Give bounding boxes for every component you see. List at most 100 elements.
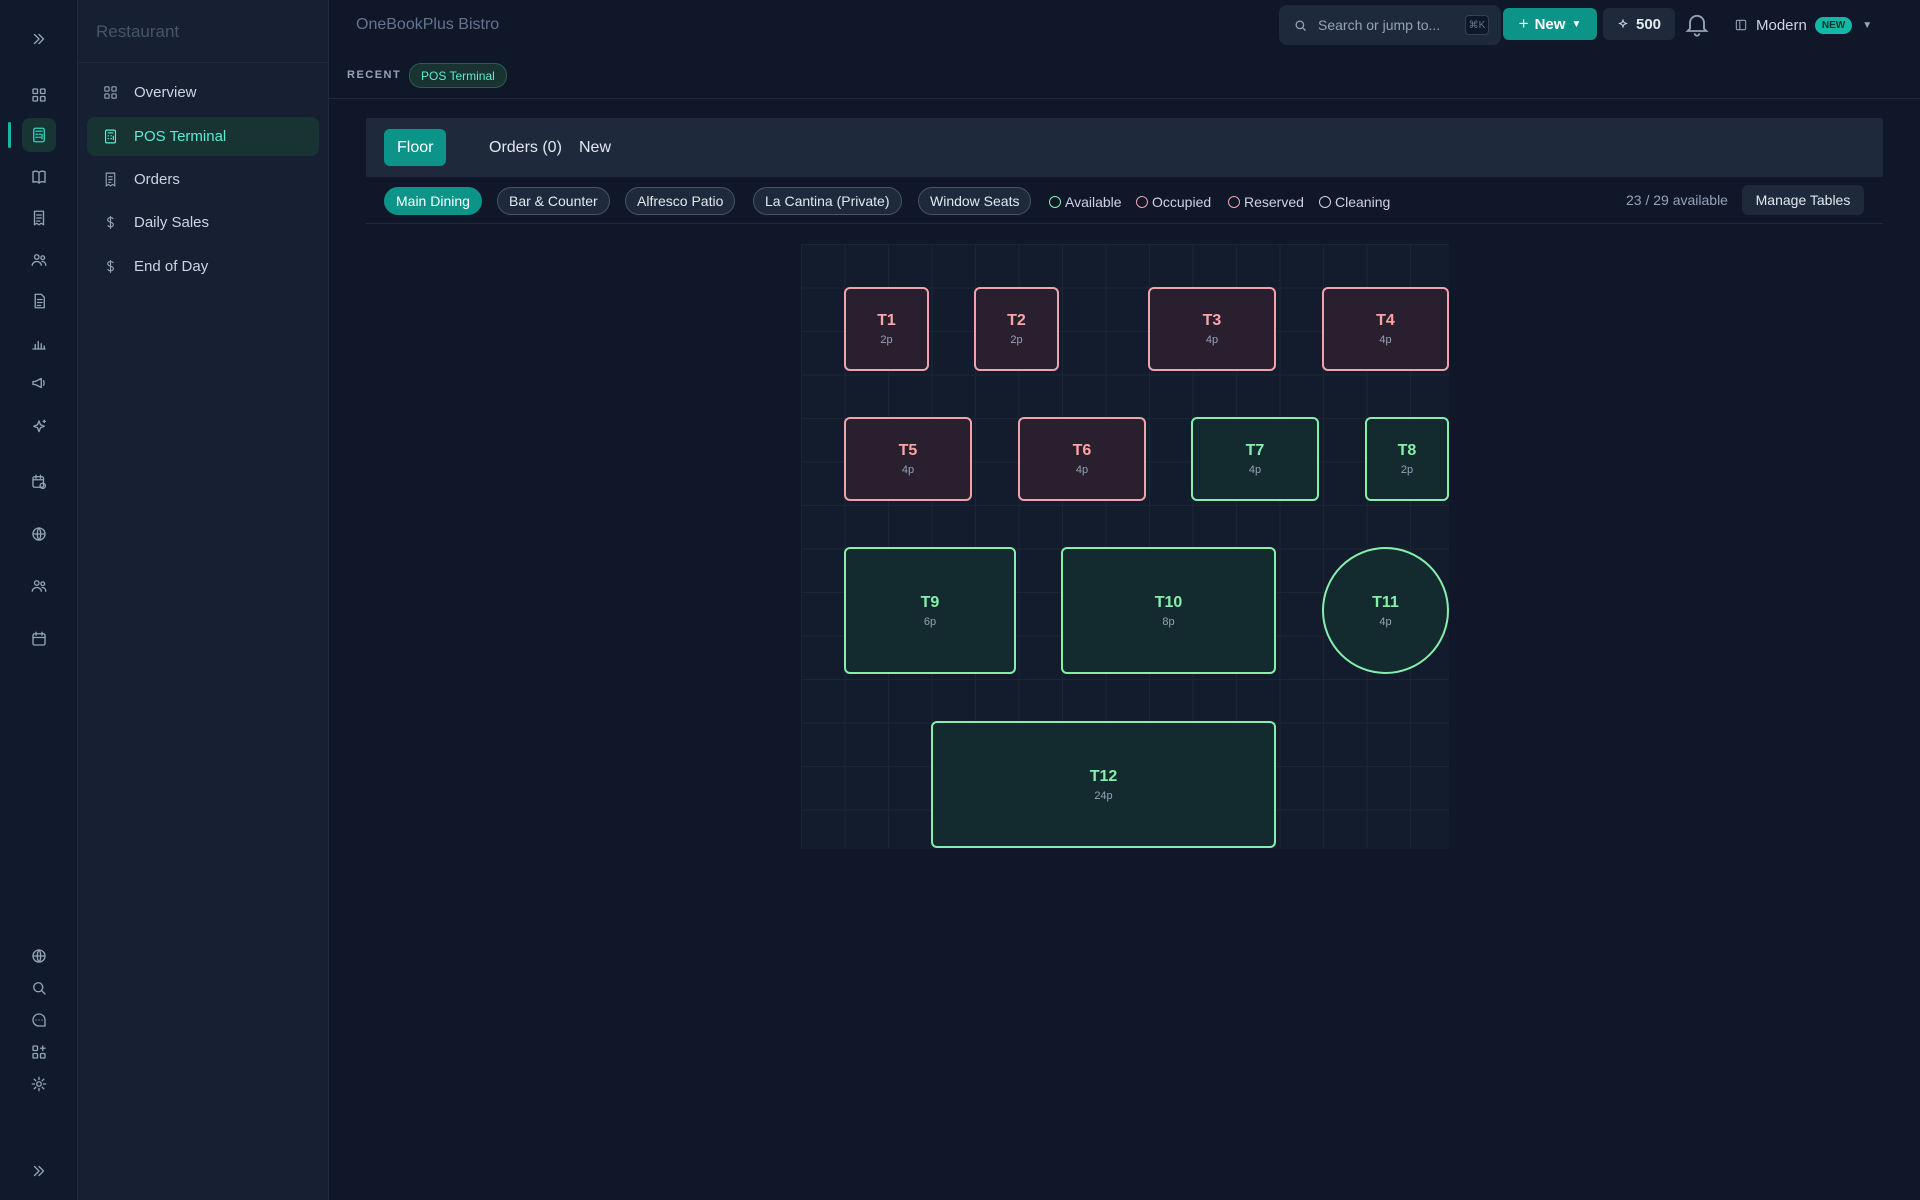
zone-alfresco-patio[interactable]: Alfresco Patio: [625, 187, 736, 215]
status-dot: [1228, 196, 1240, 208]
globe-icon[interactable]: [22, 939, 56, 973]
credits-button[interactable]: 500: [1603, 8, 1675, 40]
table-name: T6: [1072, 442, 1092, 459]
bell-icon[interactable]: [1683, 10, 1713, 40]
new-button-label: New: [1534, 15, 1566, 33]
tab-orders[interactable]: Orders (0): [476, 129, 575, 166]
sidebar-item-label: Overview: [134, 84, 197, 101]
sidebar: Restaurant Overview POS Terminal Orders …: [78, 0, 329, 1200]
document-icon[interactable]: [22, 284, 56, 318]
recent-bar: RECENT POS Terminal: [329, 52, 1920, 99]
recent-label: RECENT: [347, 69, 402, 81]
status-dot: [1319, 196, 1331, 208]
bar-chart-icon[interactable]: [22, 326, 56, 360]
tab-floor[interactable]: Floor: [384, 129, 447, 166]
table-t12[interactable]: T12 24p: [931, 721, 1276, 848]
table-capacity: 4p: [1248, 464, 1262, 476]
calendar-icon[interactable]: [22, 622, 56, 656]
table-capacity: 6p: [923, 615, 937, 628]
gear-icon[interactable]: [22, 1067, 56, 1101]
calculator-icon[interactable]: [22, 118, 56, 152]
new-button[interactable]: + New ▼: [1503, 8, 1597, 40]
floor-plan: T1 2p T2 2p T3 4p T4 4p T5 4p T6 4p T7 4p T8 2p …: [801, 244, 1449, 849]
status-dot: [1136, 196, 1148, 208]
table-t5[interactable]: T5 4p: [844, 417, 972, 501]
receipt-icon: [101, 171, 119, 189]
sidebar-item-label: Orders: [134, 171, 180, 188]
chevron-down-icon: ▼: [1862, 19, 1873, 31]
table-t11[interactable]: T11 4p: [1322, 547, 1449, 674]
table-name: T10: [1154, 593, 1183, 611]
sidebar-item-label: Daily Sales: [134, 214, 210, 231]
plus-icon: +: [1518, 14, 1529, 33]
table-capacity: 4p: [1379, 615, 1392, 628]
table-capacity: 2p: [880, 334, 893, 346]
table-name: T4: [1376, 312, 1395, 329]
sidebar-item-daily-sales[interactable]: Daily Sales: [87, 203, 319, 242]
search-input[interactable]: Search or jump to... ⌘K: [1279, 5, 1501, 45]
table-t6[interactable]: T6 4p: [1018, 417, 1146, 501]
manage-tables-button[interactable]: Manage Tables: [1742, 185, 1864, 215]
megaphone-icon[interactable]: [22, 366, 56, 400]
status-dot: [1049, 196, 1061, 208]
theme-switcher[interactable]: Modern NEW ▼: [1734, 10, 1872, 40]
tab-new[interactable]: New: [566, 129, 624, 166]
sparkles-icon[interactable]: [22, 410, 56, 444]
sidebar-item-pos-terminal[interactable]: POS Terminal: [87, 117, 319, 156]
search-placeholder: Search or jump to...: [1318, 17, 1441, 33]
new-badge: NEW: [1814, 16, 1853, 34]
availability-count: 23 / 29 available: [1626, 192, 1728, 208]
table-t1[interactable]: T1 2p: [844, 287, 929, 371]
table-capacity: 24p: [1094, 789, 1113, 802]
table-t2[interactable]: T2 2p: [974, 287, 1059, 371]
view-tabs: Floor Orders (0) New: [366, 118, 1883, 177]
apps-icon[interactable]: [22, 1035, 56, 1069]
receipt-icon[interactable]: [22, 201, 56, 235]
table-t9[interactable]: T9 6p: [844, 547, 1016, 674]
table-name: T7: [1245, 442, 1265, 459]
legend-label: Reserved: [1244, 194, 1304, 210]
zone-main-dining[interactable]: Main Dining: [384, 187, 482, 215]
grid-icon[interactable]: [22, 78, 56, 112]
sidebar-title: Restaurant: [96, 22, 180, 41]
table-t3[interactable]: T3 4p: [1148, 287, 1276, 371]
table-t4[interactable]: T4 4p: [1322, 287, 1449, 371]
sidebar-item-overview[interactable]: Overview: [87, 73, 319, 112]
table-name: T11: [1372, 593, 1399, 611]
layout-icon: [1735, 19, 1747, 31]
users-icon[interactable]: [22, 243, 56, 277]
legend-label: Cleaning: [1335, 194, 1391, 210]
expand-icon[interactable]: [22, 1154, 56, 1188]
legend-occupied: Occupied: [1136, 194, 1211, 210]
sidebar-item-orders[interactable]: Orders: [87, 160, 319, 199]
credits-count: 500: [1635, 15, 1662, 33]
zone-bar-counter[interactable]: Bar & Counter: [497, 187, 610, 215]
book-icon[interactable]: [22, 160, 56, 194]
expand-icon[interactable]: [22, 22, 56, 56]
table-name: T8: [1397, 442, 1417, 459]
dollar-icon: [101, 258, 119, 276]
sidebar-item-label: End of Day: [134, 258, 209, 275]
globe-icon[interactable]: [22, 517, 56, 551]
search-icon[interactable]: [22, 971, 56, 1005]
sidebar-item-label: POS Terminal: [134, 128, 227, 145]
legend-reserved: Reserved: [1228, 194, 1304, 210]
zone-window-seats[interactable]: Window Seats: [918, 187, 1032, 215]
table-t7[interactable]: T7 4p: [1191, 417, 1319, 501]
icon-rail: [0, 0, 78, 1200]
calendar-clock-icon[interactable]: [22, 465, 56, 499]
table-capacity: 2p: [1010, 334, 1023, 346]
table-name: T3: [1202, 312, 1222, 329]
table-t8[interactable]: T8 2p: [1365, 417, 1449, 501]
table-name: T12: [1089, 767, 1118, 785]
table-name: T5: [898, 442, 918, 459]
team-icon[interactable]: [22, 569, 56, 603]
legend-label: Available: [1065, 194, 1122, 210]
chat-icon[interactable]: [22, 1003, 56, 1037]
active-indicator: [8, 122, 11, 148]
zone-la-cantina[interactable]: La Cantina (Private): [753, 187, 902, 215]
dollar-icon: [101, 214, 119, 232]
recent-chip-pos-terminal[interactable]: POS Terminal: [409, 63, 507, 88]
sidebar-item-end-of-day[interactable]: End of Day: [87, 247, 319, 286]
table-t10[interactable]: T10 8p: [1061, 547, 1276, 674]
